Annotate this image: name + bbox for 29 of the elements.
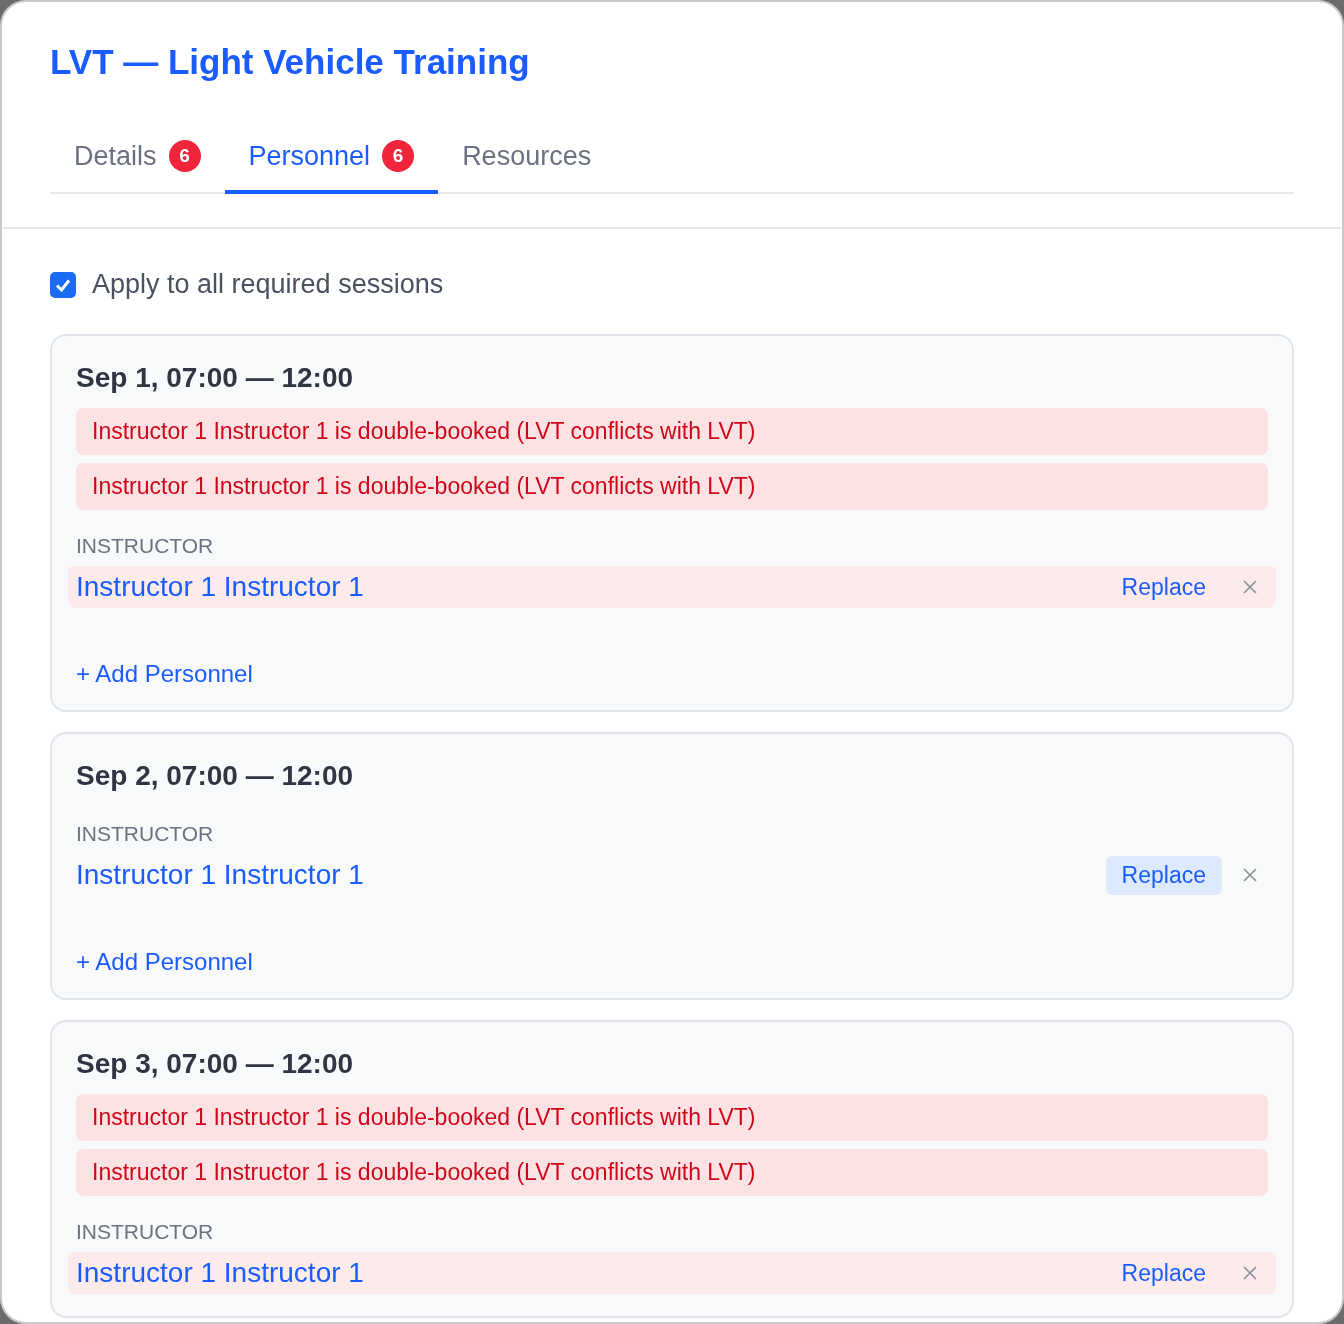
close-icon[interactable] xyxy=(1242,579,1258,595)
personnel-name-link[interactable]: Instructor 1 Instructor 1 xyxy=(76,1257,364,1289)
add-personnel-link[interactable]: + Add Personnel xyxy=(76,660,253,688)
session-date: Sep 3, 07:00 — 12:00 xyxy=(76,1048,354,1080)
personnel-name-link[interactable]: Instructor 1 Instructor 1 xyxy=(76,859,364,891)
session-date: Sep 2, 07:00 — 12:00 xyxy=(76,760,354,792)
tab[interactable]: Details 6 xyxy=(50,128,225,194)
checkbox[interactable] xyxy=(50,271,76,298)
replace-button[interactable]: Replace xyxy=(1105,855,1222,895)
conflict-alert: Instructor 1 Instructor 1 is double-booked (LVT conflicts with LVT) xyxy=(76,408,1268,455)
add-personnel-link[interactable]: + Add Personnel xyxy=(76,948,253,976)
personnel-name-link[interactable]: Instructor 1 Instructor 1 xyxy=(76,571,364,603)
conflict-alert: Instructor 1 Instructor 1 is double-booked (LVT conflicts with LVT) xyxy=(76,1094,1268,1141)
count-badge: 6 xyxy=(168,140,201,172)
checkbox-label: Apply to all required sessions xyxy=(92,269,444,300)
role-label: INSTRUCTOR xyxy=(76,822,214,846)
page-title: LVT — Light Vehicle Training xyxy=(50,42,530,82)
tab[interactable]: Personnel 6 xyxy=(224,128,439,194)
role-label: INSTRUCTOR xyxy=(76,534,214,558)
session-date: Sep 1, 07:00 — 12:00 xyxy=(76,362,354,394)
replace-button[interactable]: Replace xyxy=(1105,567,1222,607)
conflict-alert: Instructor 1 Instructor 1 is double-booked (LVT conflicts with LVT) xyxy=(76,1149,1268,1196)
close-icon[interactable] xyxy=(1242,867,1258,883)
count-badge: 6 xyxy=(382,140,415,172)
tab[interactable]: Resources xyxy=(438,128,616,194)
replace-button[interactable]: Replace xyxy=(1105,1253,1222,1293)
role-label: INSTRUCTOR xyxy=(76,1220,214,1244)
conflict-alert: Instructor 1 Instructor 1 is double-booked (LVT conflicts with LVT) xyxy=(76,463,1268,510)
close-icon[interactable] xyxy=(1242,1265,1258,1281)
